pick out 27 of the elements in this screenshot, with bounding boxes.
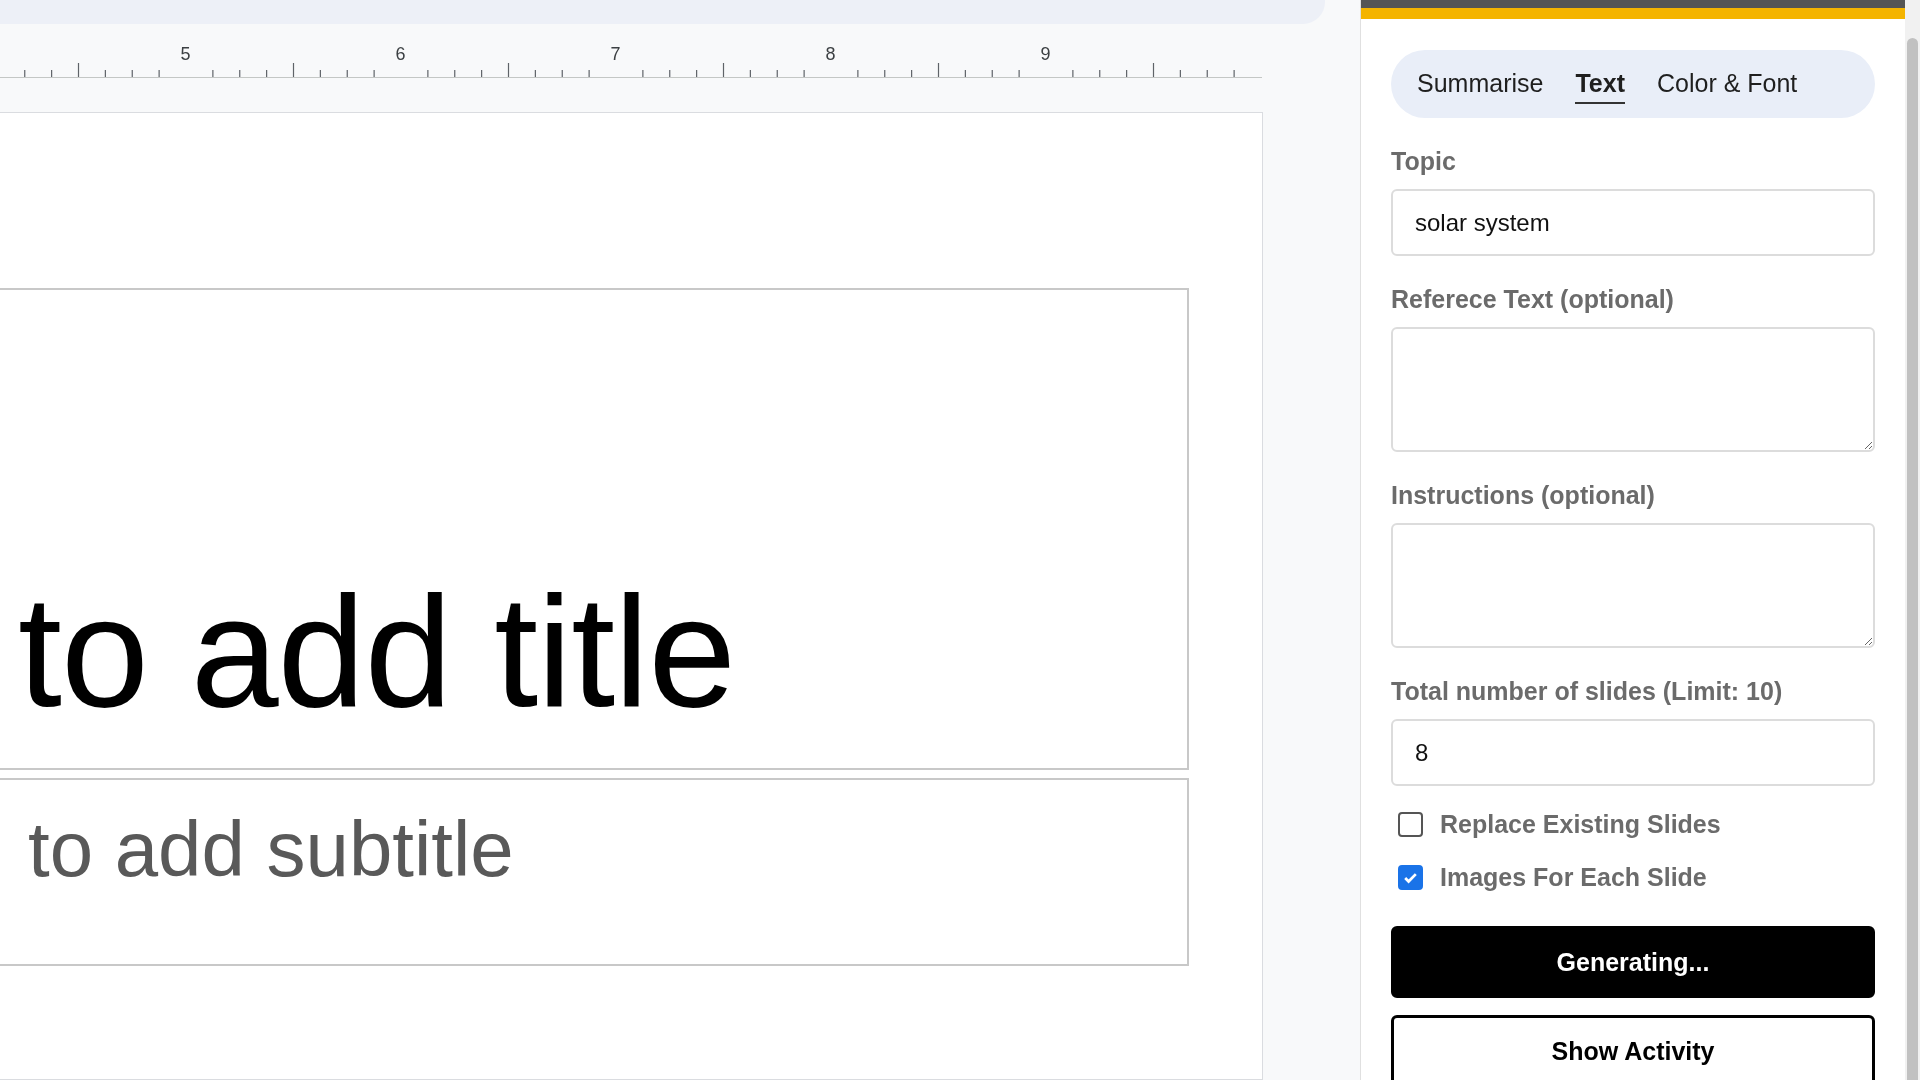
text-area[interactable] <box>1391 327 1875 452</box>
checkbox-label: Replace Existing Slides <box>1440 809 1721 839</box>
generate-button[interactable]: Generating... <box>1391 926 1875 998</box>
field-label: Topic <box>1391 147 1457 176</box>
ruler-number: 9 <box>1039 44 1052 65</box>
checkbox[interactable] <box>1398 864 1423 890</box>
subtitle-placeholder[interactable]: to add subtitle <box>0 778 1189 966</box>
subtitle-text: to add subtitle <box>28 805 514 893</box>
checkbox[interactable] <box>1398 811 1423 837</box>
field-label: Total number of slides (Limit: 10) <box>1391 677 1784 706</box>
ruler-number: 6 <box>394 44 407 65</box>
activity-button[interactable]: Show Activity <box>1391 1015 1875 1080</box>
ruler-number: 7 <box>609 44 622 65</box>
tab[interactable]: Color & Font <box>1657 64 1798 104</box>
title-placeholder[interactable]: to add title <box>0 288 1189 770</box>
text-area[interactable] <box>1391 523 1875 648</box>
field-label: Referece Text (optional) <box>1391 285 1675 314</box>
scrollbar-thumb[interactable] <box>1907 38 1918 1080</box>
title-text: to add title <box>18 572 736 730</box>
tab[interactable]: Text <box>1575 64 1625 104</box>
ruler-number: 5 <box>179 44 192 65</box>
input-field[interactable]: 8 <box>1391 719 1875 786</box>
tab[interactable]: Summarise <box>1417 64 1544 104</box>
ruler-number: 8 <box>824 44 837 65</box>
checkbox-label: Images For Each Slide <box>1440 862 1707 892</box>
input-field[interactable]: solar system <box>1391 189 1875 256</box>
field-label: Instructions (optional) <box>1391 481 1656 510</box>
